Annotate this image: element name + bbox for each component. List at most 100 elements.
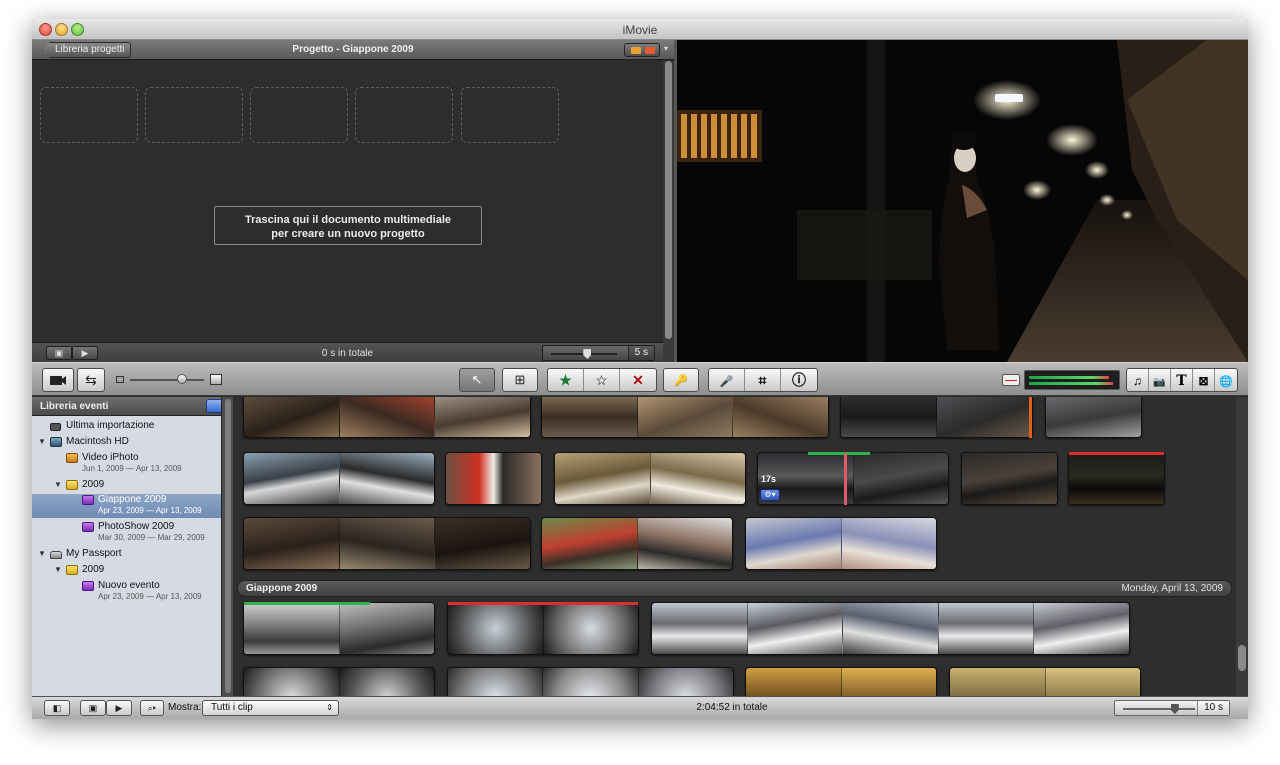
clip-filmstrip[interactable] [840, 397, 1033, 438]
event-item[interactable]: Nuovo evento Apr 23, 2009 — Apr 13, 2009 [32, 580, 221, 604]
project-scrollbar[interactable] [663, 61, 674, 362]
titles-button[interactable]: T [1171, 369, 1193, 391]
project-header: Libreria progetti Progetto - Giappone 20… [32, 40, 674, 60]
clip-filmstrip[interactable] [541, 517, 733, 570]
disclosure-triangle-icon[interactable]: ▼ [38, 437, 46, 446]
clip-filmstrip[interactable] [243, 667, 435, 696]
show-filter-select[interactable]: Tutti i clip ⇕ [202, 700, 339, 716]
event-zoom-control[interactable]: 10 s [1114, 700, 1230, 716]
year-folder[interactable]: ▼ 2009 [32, 479, 221, 493]
search-menu-button[interactable]: ⌕▸ [140, 700, 164, 716]
clip-filmstrip[interactable] [541, 397, 829, 438]
event-item[interactable]: Ultima importazione [32, 420, 221, 434]
select-tool-button[interactable]: ↖ [459, 368, 495, 392]
rejected-range-bar [1069, 452, 1164, 455]
favorite-button[interactable]: ★ [548, 369, 584, 391]
disclosure-triangle-icon[interactable]: ▼ [54, 480, 62, 489]
voiceover-button[interactable]: 🎤 [709, 369, 745, 391]
browser-tools-group: ♫ 📷 T ⊠ 🌐 [1126, 368, 1238, 392]
camera-import-button[interactable] [42, 368, 74, 392]
scroll-thumb[interactable] [1238, 645, 1246, 671]
photo-button[interactable]: 📷 [1149, 369, 1171, 391]
drive-item[interactable]: ▼ Macintosh HD [32, 436, 221, 450]
maps-button[interactable]: 🌐 [1215, 369, 1237, 391]
scroll-thumb[interactable] [665, 61, 672, 339]
empty-clip-slot [40, 87, 138, 143]
clip-filmstrip[interactable] [445, 452, 542, 505]
star-filled-icon: ★ [559, 372, 572, 388]
drop-hint-line1: Trascina qui il documento multimediale [245, 214, 451, 226]
play-icon: ▶ [115, 703, 123, 713]
event-item[interactable]: PhotoShow 2009 Mar 30, 2009 — Mar 29, 20… [32, 521, 221, 545]
project-zoom-control[interactable]: 5 s [542, 345, 655, 361]
reject-button[interactable]: ✕ [620, 369, 656, 391]
drive-item[interactable]: ▼ My Passport [32, 548, 221, 562]
event-item-selected[interactable]: Giappone 2009 Apr 23, 2009 — Apr 13, 200… [32, 494, 221, 518]
project-zoom-knob[interactable] [583, 349, 592, 359]
swap-events-projects-button[interactable]: ⇆ [77, 368, 105, 392]
clip-filmstrip[interactable] [554, 452, 746, 505]
key-icon: 🔑 [674, 375, 688, 387]
project-pane: Libreria progetti Progetto - Giappone 20… [32, 40, 674, 362]
browser-scrollbar[interactable] [1236, 397, 1248, 696]
info-icon: ⓘ [792, 372, 806, 388]
show-event-list-button[interactable]: ◧ [44, 700, 70, 716]
external-drive-icon [50, 551, 62, 559]
scroll-thumb[interactable] [225, 399, 231, 693]
clip-action-menu-button[interactable]: ⚙▾ [760, 489, 780, 501]
skimming-playhead [844, 453, 847, 505]
project-zoom-value: 5 s [627, 346, 654, 360]
main-toolbar: ⇆ ↖ ⊞ ★ ☆ ✕ 🔑 🎤 ⌗ ⓘ ♫ 📷 T ⊠ 🌐 [32, 362, 1248, 396]
clip-filmstrip[interactable] [1045, 397, 1142, 438]
thumbnail-size-slider[interactable] [130, 379, 204, 381]
music-button[interactable]: ♫ [1127, 369, 1149, 391]
unmark-button[interactable]: ☆ [584, 369, 620, 391]
clip-filmstrip[interactable] [745, 667, 937, 696]
edit-tools-group: 🎤 ⌗ ⓘ [708, 368, 818, 392]
event-list-icon: ◧ [52, 703, 62, 713]
crop-button[interactable]: ⌗ [745, 369, 781, 391]
title-icon: T [1176, 373, 1187, 389]
monitor-icon [50, 437, 62, 447]
project-menu-icon[interactable]: ▾ [664, 44, 668, 53]
event-zoom-knob[interactable] [1170, 704, 1179, 714]
add-to-project-button[interactable]: ⊞ [502, 368, 538, 392]
audio-skimming-icon[interactable] [1002, 374, 1020, 386]
year-folder[interactable]: ▼ 2009 [32, 564, 221, 578]
small-thumbnail-icon [116, 376, 124, 383]
thumbnail-size-knob[interactable] [176, 374, 187, 384]
star-outline-icon: ☆ [595, 372, 608, 388]
transitions-button[interactable]: ⊠ [1193, 369, 1215, 391]
clip-filmstrip[interactable] [243, 517, 531, 570]
comment-markers-button[interactable] [624, 43, 660, 57]
rejected-range-bar [448, 602, 638, 605]
clip-filmstrip[interactable] [1068, 452, 1165, 505]
favorite-range-bar [244, 602, 370, 605]
add-clip-icon: ⊞ [514, 372, 526, 387]
disclosure-triangle-icon[interactable]: ▼ [54, 565, 62, 574]
play-fullscreen-button[interactable]: ▣ [80, 700, 106, 716]
gear-icon: ⚙▾ [764, 490, 776, 499]
clip-filmstrip[interactable] [651, 602, 1130, 655]
swap-icon: ⇆ [85, 372, 97, 388]
play-button[interactable]: ▶ [106, 700, 132, 716]
event-list-scrollbar[interactable] [221, 397, 233, 696]
inspector-button[interactable]: ⓘ [781, 369, 817, 391]
imovie-window: iMovie Libreria progetti Progetto - Giap… [32, 19, 1248, 719]
clip-filmstrip[interactable] [745, 517, 937, 570]
clip-filmstrip[interactable] [447, 667, 734, 696]
clip-filmstrip[interactable] [243, 397, 531, 438]
audio-level-meter [1024, 370, 1120, 390]
event-library: Libreria eventi Ultima importazione ▼ Ma… [32, 397, 230, 696]
clip-filmstrip[interactable] [447, 602, 639, 655]
clip-filmstrip[interactable] [243, 602, 435, 655]
clip-filmstrip[interactable] [757, 452, 949, 505]
event-item[interactable]: Video iPhoto Jun 1, 2009 — Apr 13, 2009 [32, 452, 221, 476]
clip-filmstrip[interactable] [243, 452, 435, 505]
disclosure-triangle-icon[interactable]: ▼ [38, 549, 46, 558]
clip-filmstrip[interactable] [961, 452, 1058, 505]
clip-filmstrip[interactable] [949, 667, 1141, 696]
viewer-video-frame [677, 40, 1248, 362]
keyword-button[interactable]: 🔑 [663, 368, 699, 392]
show-filter-value: Tutti i clip [211, 702, 253, 713]
